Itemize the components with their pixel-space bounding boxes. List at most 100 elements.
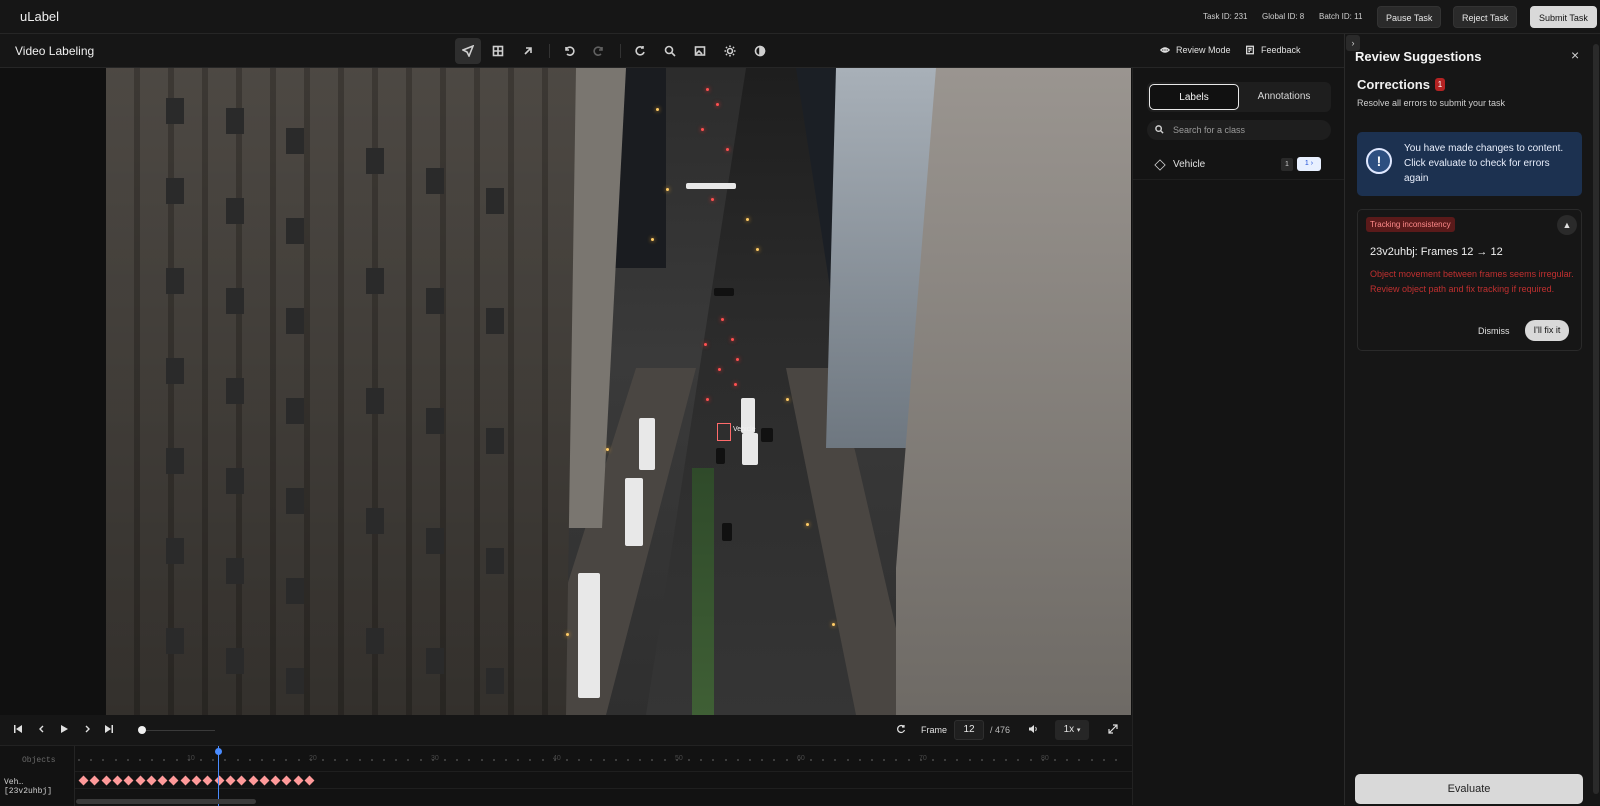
video-stage[interactable]: Vehicle	[0, 68, 1132, 715]
keyframe-marker[interactable]	[146, 775, 157, 786]
timeline-tick	[297, 759, 300, 761]
sun-icon	[724, 45, 736, 57]
playback-scrubber-track[interactable]	[140, 730, 215, 731]
timeline-tick	[273, 759, 276, 761]
keyframe-marker[interactable]	[293, 775, 304, 786]
class-count-badge: 1	[1281, 158, 1293, 171]
car	[761, 428, 773, 442]
building	[106, 68, 576, 715]
keyframe-marker[interactable]	[304, 775, 315, 786]
timeline-tick	[224, 759, 227, 761]
zoom-button[interactable]	[657, 38, 683, 64]
class-item-vehicle[interactable]: Vehicle 1 1 ›	[1133, 150, 1345, 180]
timeline-tick	[261, 759, 263, 761]
timeline-tick	[444, 759, 446, 761]
fix-it-button[interactable]: I'll fix it	[1525, 320, 1569, 341]
chevron-right-icon[interactable]: ›	[1346, 35, 1360, 51]
cursor-icon	[462, 45, 474, 57]
corrections-count-badge: 1	[1435, 78, 1445, 91]
playback-speed-select[interactable]: 1x ▾	[1055, 720, 1089, 740]
keyframe-marker[interactable]	[180, 775, 191, 786]
timeline-tick	[346, 759, 349, 761]
toolbar: Video Labeling Review Mode Feedback	[0, 34, 1344, 68]
timeline-ruler[interactable]: 10 20 30 40 50 60 70 80	[78, 755, 1128, 764]
feedback-button[interactable]: Feedback	[1245, 45, 1301, 55]
keyframe-marker[interactable]	[202, 775, 213, 786]
keyframe-marker[interactable]	[191, 775, 202, 786]
volume-button[interactable]	[1028, 724, 1038, 737]
panel-scrollbar[interactable]	[1593, 44, 1599, 794]
keyframe-marker[interactable]	[248, 775, 258, 786]
bus	[742, 433, 758, 465]
tab-annotations[interactable]: Annotations	[1239, 84, 1329, 110]
zoom-icon	[664, 45, 676, 57]
prev-frame-button[interactable]	[37, 724, 47, 737]
submit-task-button[interactable]: Submit Task	[1530, 6, 1597, 28]
task-id: Task ID: 231	[1203, 12, 1248, 21]
keyframe-marker[interactable]	[78, 775, 89, 786]
keyframe-marker[interactable]	[168, 775, 179, 786]
chevron-left-icon	[39, 725, 44, 733]
info-alert-text: You have made changes to content. Click …	[1404, 143, 1564, 184]
class-instance-button[interactable]: 1 ›	[1297, 157, 1321, 171]
close-icon[interactable]: ×	[1571, 47, 1579, 63]
keyframe-marker[interactable]	[259, 775, 270, 786]
keyframe-marker[interactable]	[214, 775, 225, 786]
keyframe-marker[interactable]	[281, 775, 292, 786]
track-row[interactable]	[75, 771, 1132, 789]
playback-scrubber-handle[interactable]	[138, 726, 146, 734]
expand-icon	[1108, 724, 1118, 734]
reject-task-button[interactable]: Reject Task	[1453, 6, 1518, 28]
keyframe-marker[interactable]	[236, 775, 247, 786]
timeline-scrollbar[interactable]	[76, 799, 256, 804]
keyframe-marker[interactable]	[157, 775, 168, 786]
timeline[interactable]: Objects Veh… [23v2uhbj] 10 20 30 40 50 60 70 80	[0, 745, 1132, 806]
keyframe-marker[interactable]	[225, 775, 236, 786]
keyframe-marker[interactable]	[270, 775, 281, 786]
polygon-icon	[1154, 159, 1166, 171]
annotation-bounding-box[interactable]	[717, 423, 731, 441]
keyframe-marker[interactable]	[135, 775, 145, 786]
keyframe-marker[interactable]	[112, 775, 123, 786]
feedback-icon	[1246, 45, 1254, 55]
keyframe-marker[interactable]	[101, 775, 112, 786]
evaluate-button[interactable]: Evaluate	[1355, 774, 1583, 804]
arrow-tool-button[interactable]	[515, 38, 541, 64]
pause-task-button[interactable]: Pause Task	[1377, 6, 1442, 28]
grid-tool-button[interactable]	[485, 38, 511, 64]
loop-button[interactable]	[896, 724, 906, 737]
timeline-tick	[517, 759, 520, 761]
brightness-button[interactable]	[717, 38, 743, 64]
timeline-tick	[395, 759, 398, 761]
skip-start-button[interactable]	[13, 724, 23, 737]
keyframe-marker[interactable]	[123, 775, 134, 786]
timeline-tick	[578, 759, 581, 761]
redo-button[interactable]	[586, 38, 612, 64]
timeline-tick	[590, 759, 593, 761]
bus	[625, 478, 643, 546]
image-button[interactable]	[687, 38, 713, 64]
playhead-handle[interactable]	[215, 748, 222, 755]
frame-input[interactable]: 12	[954, 720, 984, 740]
dismiss-button[interactable]: Dismiss	[1478, 326, 1510, 336]
timeline-tick-label: 40	[553, 755, 561, 762]
timeline-tick	[541, 759, 544, 761]
timeline-objects-label: Objects	[22, 756, 56, 765]
next-frame-button[interactable]	[82, 724, 92, 737]
select-tool-button[interactable]	[455, 38, 481, 64]
timeline-tick	[663, 759, 666, 761]
track-label[interactable]: Veh… [23v2uhbj]	[4, 778, 74, 796]
undo-button[interactable]	[556, 38, 582, 64]
rotate-button[interactable]	[627, 38, 653, 64]
timeline-playhead[interactable]	[218, 746, 219, 806]
fullscreen-button[interactable]	[1108, 724, 1118, 737]
tab-labels[interactable]: Labels	[1149, 84, 1239, 110]
video-frame[interactable]: Vehicle	[106, 68, 1131, 715]
skip-end-button[interactable]	[104, 724, 114, 737]
class-search-input[interactable]: Search for a class	[1147, 120, 1331, 140]
review-mode-button[interactable]: Review Mode	[1160, 45, 1231, 55]
play-button[interactable]	[59, 724, 69, 737]
keyframe-marker[interactable]	[89, 775, 100, 786]
chevron-up-icon[interactable]: ▲	[1557, 215, 1577, 235]
contrast-button[interactable]	[747, 38, 773, 64]
